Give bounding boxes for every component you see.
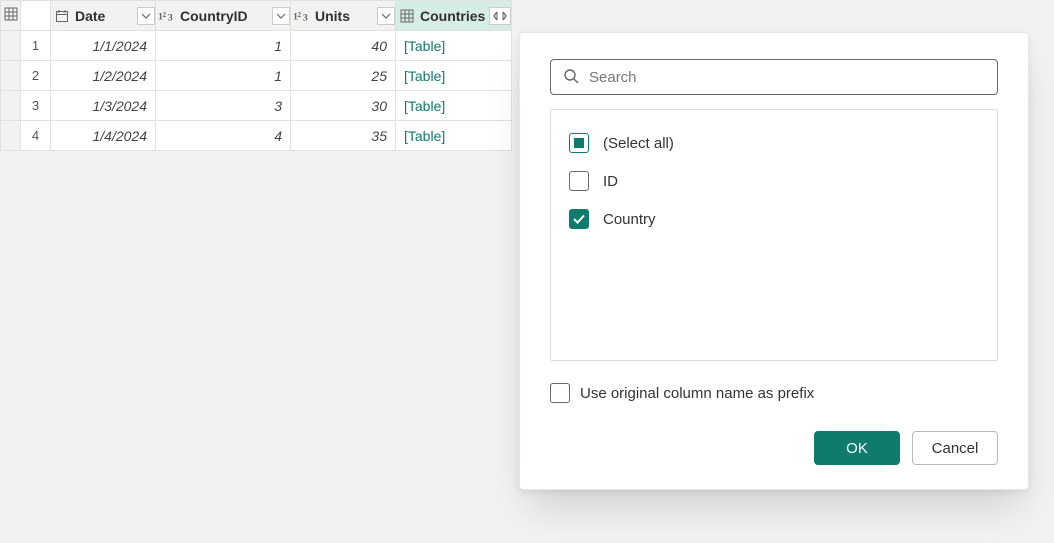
column-filter-button[interactable] (137, 7, 155, 25)
cell-units[interactable]: 40 (291, 31, 396, 61)
option-label: ID (603, 173, 618, 190)
chevron-down-icon (276, 13, 286, 19)
cell-units[interactable]: 35 (291, 121, 396, 151)
chevron-down-icon (141, 13, 151, 19)
table-icon (2, 7, 20, 21)
expand-column-button[interactable] (489, 7, 511, 25)
search-input[interactable] (589, 69, 985, 86)
svg-text:2: 2 (163, 10, 167, 18)
cell-units[interactable]: 30 (291, 91, 396, 121)
option-label: Country (603, 211, 656, 228)
table-row[interactable]: 2 1/2/2024 1 25 [Table] (1, 61, 512, 91)
number-type-icon: 123 (158, 9, 176, 23)
cell-countryid[interactable]: 3 (156, 91, 291, 121)
svg-text:3: 3 (168, 12, 173, 23)
cell-countries[interactable]: [Table] (396, 91, 512, 121)
option-select-all[interactable]: (Select all) (569, 124, 979, 162)
data-grid: Date 123 CountryID (0, 0, 512, 151)
cell-countries[interactable]: [Table] (396, 121, 512, 151)
cell-countryid[interactable]: 1 (156, 61, 291, 91)
checkbox-checked[interactable] (569, 209, 589, 229)
select-all-corner[interactable] (1, 1, 21, 31)
option-label: (Select all) (603, 135, 674, 152)
table-row[interactable]: 3 1/3/2024 3 30 [Table] (1, 91, 512, 121)
expand-icon (492, 10, 508, 22)
popup-button-row: OK Cancel (550, 431, 998, 465)
prefix-label: Use original column name as prefix (580, 385, 814, 402)
cell-countries[interactable]: [Table] (396, 31, 512, 61)
table-icon (398, 9, 416, 23)
column-label: Date (75, 8, 133, 24)
table-row[interactable]: 1 1/1/2024 1 40 [Table] (1, 31, 512, 61)
column-header-units[interactable]: 123 Units (291, 1, 396, 31)
column-filter-button[interactable] (377, 7, 395, 25)
cell-countryid[interactable]: 1 (156, 31, 291, 61)
table-body: 1 1/1/2024 1 40 [Table] 2 1/2/2024 1 25 … (1, 31, 512, 151)
ok-button[interactable]: OK (814, 431, 900, 465)
cell-date[interactable]: 1/4/2024 (51, 121, 156, 151)
row-number: 3 (21, 91, 51, 121)
search-icon (563, 68, 579, 87)
option-id[interactable]: ID (569, 162, 979, 200)
column-label: Countries (420, 8, 485, 24)
cell-date[interactable]: 1/2/2024 (51, 61, 156, 91)
svg-text:3: 3 (303, 12, 308, 23)
row-number: 2 (21, 61, 51, 91)
cancel-button[interactable]: Cancel (912, 431, 998, 465)
cell-countryid[interactable]: 4 (156, 121, 291, 151)
calendar-icon (53, 9, 71, 23)
column-filter-button[interactable] (272, 7, 290, 25)
number-type-icon: 123 (293, 9, 311, 23)
row-header-column (21, 1, 51, 31)
column-header-countryid[interactable]: 123 CountryID (156, 1, 291, 31)
column-options-list: (Select all) ID Country (550, 109, 998, 361)
svg-text:2: 2 (298, 10, 302, 18)
checkbox-unchecked[interactable] (550, 383, 570, 403)
check-icon (573, 214, 585, 224)
cell-date[interactable]: 1/1/2024 (51, 31, 156, 61)
column-label: CountryID (180, 8, 268, 24)
row-number: 1 (21, 31, 51, 61)
option-country[interactable]: Country (569, 200, 979, 238)
chevron-down-icon (381, 13, 391, 19)
column-header-countries[interactable]: Countries (396, 1, 512, 31)
checkbox-indeterminate[interactable] (569, 133, 589, 153)
column-header-date[interactable]: Date (51, 1, 156, 31)
expand-column-popup: (Select all) ID Country Use original col… (519, 32, 1029, 490)
row-number: 4 (21, 121, 51, 151)
table-row[interactable]: 4 1/4/2024 4 35 [Table] (1, 121, 512, 151)
search-box[interactable] (550, 59, 998, 95)
column-label: Units (315, 8, 373, 24)
cell-countries[interactable]: [Table] (396, 61, 512, 91)
cell-date[interactable]: 1/3/2024 (51, 91, 156, 121)
prefix-checkbox-row[interactable]: Use original column name as prefix (550, 383, 998, 403)
cell-units[interactable]: 25 (291, 61, 396, 91)
checkbox-unchecked[interactable] (569, 171, 589, 191)
